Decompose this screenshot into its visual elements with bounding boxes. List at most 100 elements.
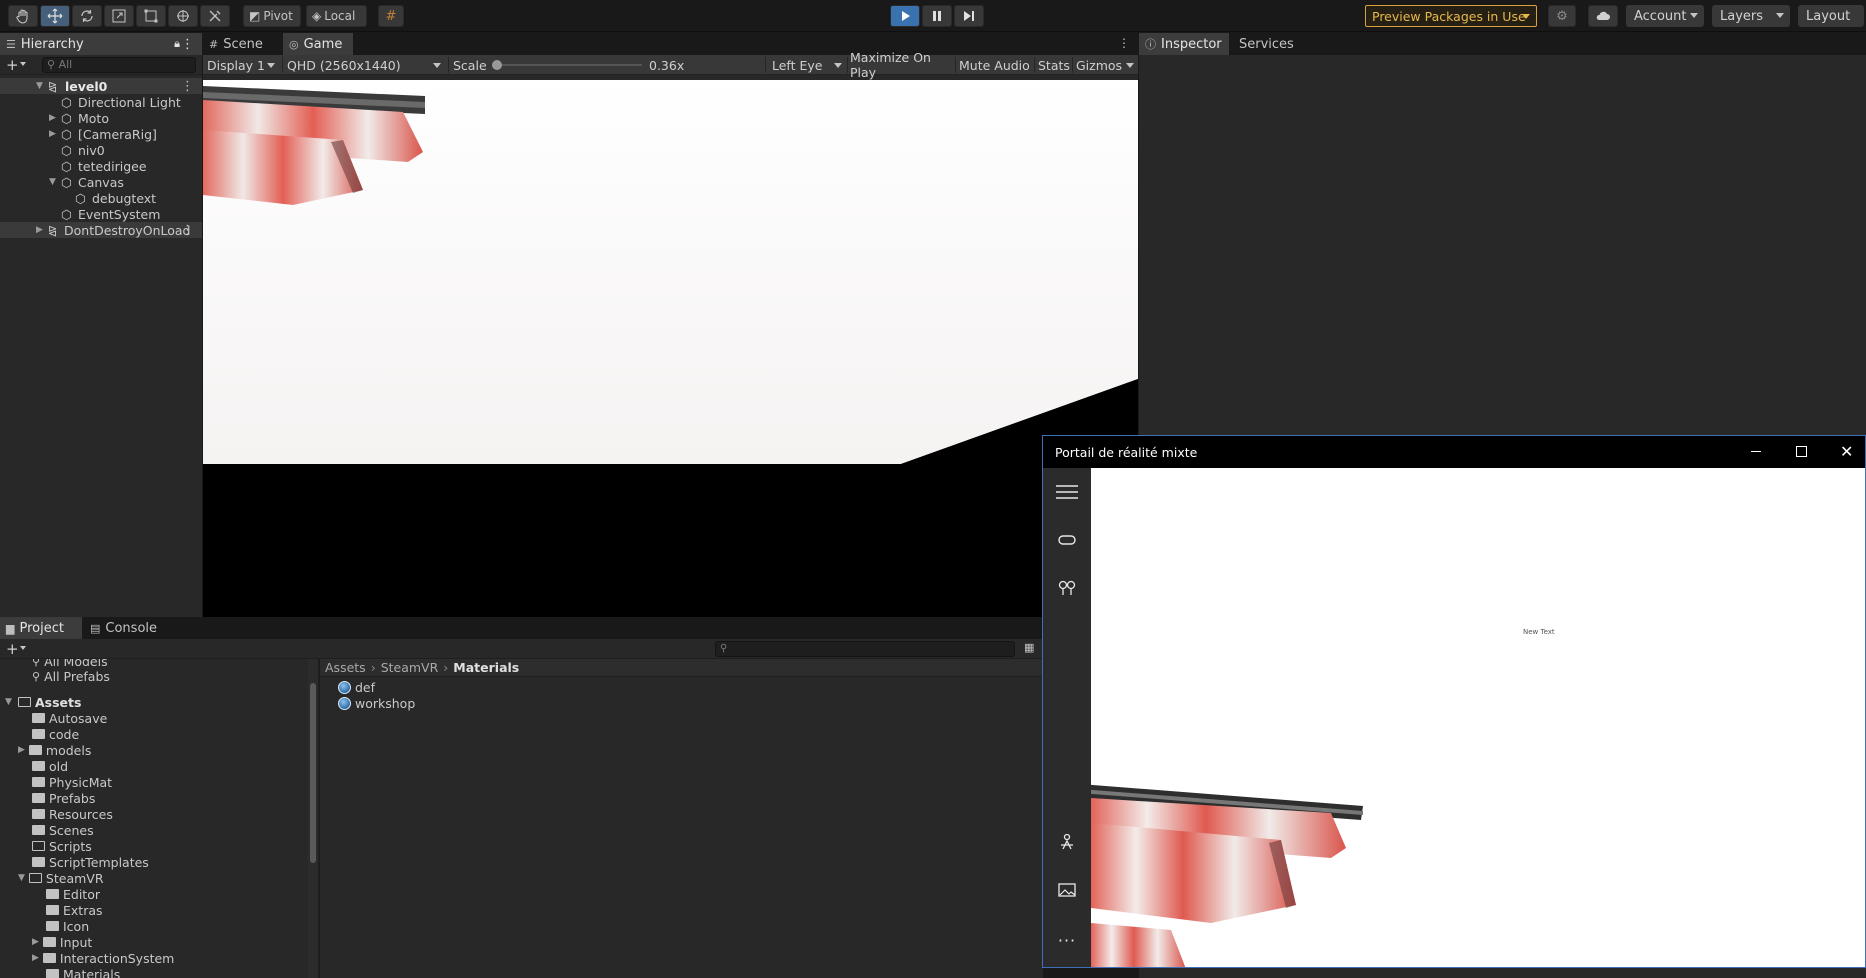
tab-game[interactable]: ◎ Game <box>283 33 353 55</box>
tab-hierarchy[interactable]: ☰ Hierarchy 🔒︎ ⋮ <box>0 33 202 55</box>
asset-item-workshop[interactable]: workshop <box>338 695 415 711</box>
mute-audio-toggle[interactable]: Mute Audio <box>955 55 1035 75</box>
tree-scrollbar[interactable] <box>308 659 318 978</box>
hamburger-menu-icon[interactable] <box>1055 480 1079 504</box>
expand-arrow-icon[interactable]: ▶ <box>49 129 56 139</box>
minimize-icon[interactable] <box>1751 451 1761 452</box>
hierarchy-item-niv0[interactable]: ⬡ niv0 <box>0 142 202 158</box>
maximize-icon[interactable] <box>1796 446 1807 457</box>
chevron-down-icon[interactable] <box>20 646 26 650</box>
cloud-button[interactable] <box>1588 5 1618 27</box>
kebab-menu-icon[interactable]: ⋮ <box>181 79 194 94</box>
boundary-icon[interactable] <box>1055 830 1079 854</box>
folder-icon-folder[interactable]: Icon <box>46 918 89 934</box>
transform-tool-button[interactable] <box>168 5 198 27</box>
move-tool-button[interactable] <box>40 5 70 27</box>
tab-project[interactable]: ▆ Project <box>0 617 82 639</box>
gizmos-dropdown[interactable]: Gizmos <box>1072 55 1138 75</box>
kebab-menu-icon[interactable]: ⋮ <box>181 37 194 52</box>
headset-icon[interactable] <box>1055 528 1079 552</box>
pause-button[interactable] <box>922 5 952 27</box>
play-button[interactable] <box>890 5 920 27</box>
expand-arrow-icon[interactable]: ▼ <box>5 697 12 707</box>
tab-scene[interactable]: # Scene <box>203 33 281 55</box>
breadcrumb-item[interactable]: Assets <box>325 660 366 675</box>
grid-snap-button[interactable]: # <box>378 5 404 27</box>
eye-dropdown[interactable]: Left Eye <box>768 55 848 75</box>
folder-prefabs[interactable]: Prefabs <box>32 790 95 806</box>
folder-assets[interactable]: ▼ Assets <box>0 694 318 710</box>
folder-interactionsystem[interactable]: ▶ InteractionSystem <box>32 950 174 966</box>
pivot-toggle[interactable]: ◩ Pivot <box>243 5 301 27</box>
asset-item-def[interactable]: def <box>338 679 375 695</box>
expand-arrow-icon[interactable]: ▶ <box>18 745 25 755</box>
expand-arrow-icon[interactable]: ▼ <box>49 177 56 187</box>
panel-divider[interactable] <box>318 659 320 978</box>
hierarchy-item-level0[interactable]: ▼ ⧎ level0 ⋮ <box>0 78 202 94</box>
folder-steamvr[interactable]: ▼ SteamVR <box>18 870 104 886</box>
display-dropdown[interactable]: Display 1 <box>203 55 281 75</box>
hierarchy-item-canvas[interactable]: ▼ ⬡ Canvas <box>0 174 202 190</box>
folder-autosave[interactable]: Autosave <box>32 710 107 726</box>
folder-scenes[interactable]: Scenes <box>32 822 94 838</box>
kebab-menu-icon[interactable]: ⋮ <box>181 223 194 238</box>
image-icon[interactable] <box>1055 878 1079 902</box>
scale-slider-handle[interactable] <box>492 60 502 70</box>
custom-tool-button[interactable] <box>200 5 230 27</box>
breadcrumb-item[interactable]: Materials <box>453 660 519 675</box>
folder-scripttemplates[interactable]: ScriptTemplates <box>32 854 149 870</box>
tree-scrollbar-thumb[interactable] <box>310 683 316 863</box>
expand-arrow-icon[interactable]: ▶ <box>32 937 39 947</box>
close-icon[interactable]: ✕ <box>1840 442 1853 461</box>
breadcrumb-item[interactable]: SteamVR <box>381 660 439 675</box>
tab-inspector[interactable]: ⓘ Inspector <box>1139 33 1229 55</box>
scale-tool-button[interactable] <box>104 5 134 27</box>
expand-arrow-icon[interactable]: ▼ <box>18 873 25 883</box>
expand-arrow-icon[interactable]: ▼ <box>36 81 43 91</box>
hierarchy-item-debugtext[interactable]: ⬡ debugtext <box>0 190 202 206</box>
more-options-icon[interactable]: ··· <box>1055 928 1079 952</box>
folder-old[interactable]: old <box>32 758 68 774</box>
controllers-icon[interactable] <box>1055 576 1079 600</box>
scale-slider[interactable] <box>492 60 642 70</box>
game-render-view[interactable] <box>203 80 1138 617</box>
folder-code[interactable]: code <box>32 726 79 742</box>
folder-extras[interactable]: Extras <box>46 902 103 918</box>
hierarchy-item-eventsystem[interactable]: ⬡ EventSystem <box>0 206 202 222</box>
rotate-tool-button[interactable] <box>72 5 102 27</box>
hierarchy-search-input[interactable]: ⚲ All <box>42 57 196 73</box>
hierarchy-item-camerarig[interactable]: ▶ ⬡ [CameraRig] <box>0 126 202 142</box>
layout-dropdown[interactable]: Layout <box>1798 5 1864 27</box>
rect-tool-button[interactable] <box>136 5 166 27</box>
hierarchy-item-moto[interactable]: ▶ ⬡ Moto <box>0 110 202 126</box>
kebab-menu-icon[interactable]: ⋮ <box>1118 36 1130 50</box>
expand-arrow-icon[interactable]: ▶ <box>49 113 56 123</box>
stats-toggle[interactable]: Stats <box>1034 55 1072 75</box>
collab-button[interactable]: ⚙ <box>1548 5 1576 27</box>
add-icon[interactable]: + <box>6 56 19 74</box>
hierarchy-item-directional-light[interactable]: ⬡ Directional Light <box>0 94 202 110</box>
maximize-on-play-toggle[interactable]: Maximize On Play <box>846 50 956 80</box>
hierarchy-item-tetedirigee[interactable]: ⬡ tetedirigee <box>0 158 202 174</box>
project-search-input[interactable]: ⚲ <box>715 641 1015 657</box>
hierarchy-item-dontdestroyonload[interactable]: ▶ ⧎ DontDestroyOnLoad ⋮ <box>0 222 202 238</box>
local-toggle[interactable]: ◈ Local <box>306 5 367 27</box>
folder-physicmat[interactable]: PhysicMat <box>32 774 112 790</box>
folder-resources[interactable]: Resources <box>32 806 113 822</box>
folder-input[interactable]: ▶ Input <box>32 934 92 950</box>
expand-arrow-icon[interactable]: ▶ <box>32 953 39 963</box>
favorite-item[interactable]: ⚲ All Prefabs <box>32 668 110 684</box>
resolution-dropdown[interactable]: QHD (2560x1440) <box>283 55 447 75</box>
step-button[interactable] <box>954 5 984 27</box>
folder-scripts[interactable]: Scripts <box>32 838 92 854</box>
mrp-view[interactable]: New Text <box>1091 468 1865 967</box>
account-dropdown[interactable]: Account <box>1626 5 1704 27</box>
expand-arrow-icon[interactable]: ▶ <box>36 225 43 235</box>
preview-packages-button[interactable]: Preview Packages in Use <box>1365 5 1537 27</box>
hand-tool-button[interactable] <box>8 5 38 27</box>
tab-services[interactable]: Services <box>1233 33 1303 55</box>
folder-editor[interactable]: Editor <box>46 886 100 902</box>
chevron-down-icon[interactable] <box>20 62 26 66</box>
add-icon[interactable]: + <box>6 640 19 658</box>
folder-models[interactable]: ▶ models <box>18 742 91 758</box>
